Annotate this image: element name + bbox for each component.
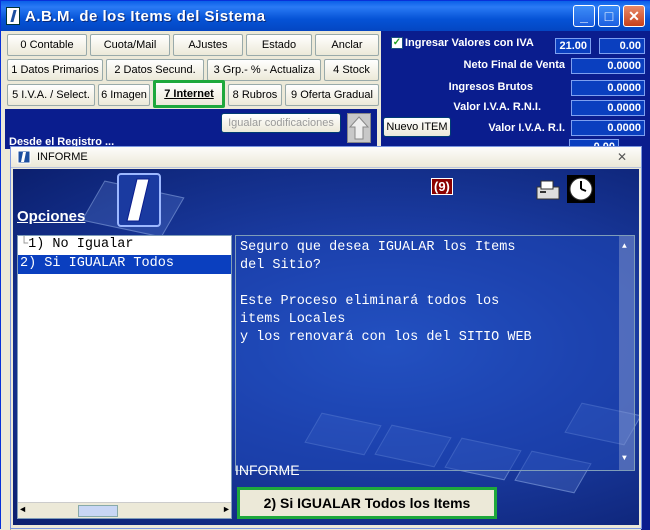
count-badge: (9)	[431, 178, 453, 195]
scroll-right-icon[interactable]: ►	[224, 505, 229, 515]
horizontal-scrollbar[interactable]: ◄ ►	[18, 502, 231, 518]
scroll-thumb[interactable]	[78, 505, 118, 517]
window-title: A.B.M. de los Items del Sistema	[25, 7, 266, 25]
app-icon	[6, 7, 20, 25]
iva-rni-label: Valor I.V.A. R.N.I.	[453, 101, 541, 113]
ingresar-iva-checkbox[interactable]: ✓	[391, 37, 403, 49]
nuevo-item-button[interactable]: Nuevo ITEM	[383, 117, 451, 137]
tab-cuota-mail[interactable]: Cuota/Mail	[90, 34, 170, 56]
dialog-body: (9) Opciones └1) No Igualar 2) Si IGUALA…	[13, 169, 639, 525]
options-list[interactable]: └1) No Igualar 2) Si IGUALAR Todos ◄ ►	[17, 235, 232, 519]
tab-anclar[interactable]: Anclar	[315, 34, 379, 56]
tab-datos-secund[interactable]: 2 Datos Secund.	[106, 59, 204, 81]
ingresar-iva-label: Ingresar Valores con IVA	[405, 37, 534, 49]
tab-iva-select[interactable]: 5 I.V.A. / Select.	[7, 84, 95, 106]
si-igualar-todos-button[interactable]: 2) Si IGUALAR Todos los Items	[237, 487, 497, 519]
fax-icon[interactable]	[535, 177, 561, 203]
tab-estado[interactable]: Estado	[246, 34, 312, 56]
title-bar: A.B.M. de los Items del Sistema _ □ ✕	[1, 1, 650, 31]
scroll-down-icon[interactable]: ▼	[622, 450, 627, 468]
tab-contable[interactable]: 0 Contable	[7, 34, 87, 56]
maximize-button[interactable]: □	[598, 5, 620, 27]
iva-extra-field[interactable]: 0.00	[599, 38, 645, 54]
background-strip	[641, 151, 650, 530]
internet-panel: Igualar codificaciones Desde el Registro…	[5, 109, 377, 149]
scroll-up-icon[interactable]: ▲	[622, 238, 627, 256]
option-no-igualar[interactable]: └1) No Igualar	[18, 236, 231, 255]
tab-stock[interactable]: 4 Stock	[324, 59, 379, 81]
up-arrow-icon[interactable]	[347, 113, 371, 143]
iva-ri-field[interactable]: 0.0000	[571, 120, 645, 136]
tab-oferta-gradual[interactable]: 9 Oferta Gradual	[285, 84, 379, 106]
ingresos-brutos-label: Ingresos Brutos	[448, 81, 533, 93]
scroll-left-icon[interactable]: ◄	[20, 505, 25, 515]
iva-ri-label: Valor I.V.A. R.I.	[488, 122, 565, 134]
vertical-scrollbar[interactable]: ▲ ▼	[619, 236, 634, 470]
tab-ajustes[interactable]: AJustes	[173, 34, 243, 56]
option-si-igualar[interactable]: 2) Si IGUALAR Todos	[18, 255, 231, 274]
tab-grp-actualiza[interactable]: 3 Grp.- % - Actualiza	[207, 59, 321, 81]
close-button[interactable]: ✕	[623, 5, 645, 27]
informe-icon	[17, 150, 31, 164]
message-text: Seguro que desea IGUALAR los Items del S…	[235, 235, 635, 471]
dialog-close-button[interactable]: ✕	[617, 150, 627, 164]
dialog-title: INFORME	[37, 151, 88, 163]
app-logo	[117, 173, 161, 227]
values-panel: ✓ Ingresar Valores con IVA 21.00 0.00 Ne…	[381, 31, 650, 153]
minimize-button[interactable]: _	[573, 5, 595, 27]
clock-icon[interactable]	[567, 175, 595, 203]
opciones-label: Opciones	[17, 208, 86, 225]
tab-imagen[interactable]: 6 Imagen	[98, 84, 150, 106]
tab-datos-primarios[interactable]: 1 Datos Primarios	[7, 59, 103, 81]
iva-rate-field[interactable]: 21.00	[555, 38, 591, 54]
tab-rubros[interactable]: 8 Rubros	[228, 84, 282, 106]
tab-internet[interactable]: 7 Internet	[153, 80, 225, 108]
ingresos-brutos-field[interactable]: 0.0000	[571, 80, 645, 96]
informe-dialog: INFORME ✕ (9) Opciones └1) No Igualar 2)…	[10, 146, 642, 529]
informe-label: INFORME	[235, 462, 300, 478]
neto-final-field[interactable]: 0.0000	[571, 58, 645, 74]
neto-final-label: Neto Final de Venta	[463, 59, 565, 71]
igualar-codificaciones-button[interactable]: Igualar codificaciones	[221, 113, 341, 133]
iva-rni-field[interactable]: 0.0000	[571, 100, 645, 116]
dialog-title-bar: INFORME ✕	[11, 147, 641, 168]
